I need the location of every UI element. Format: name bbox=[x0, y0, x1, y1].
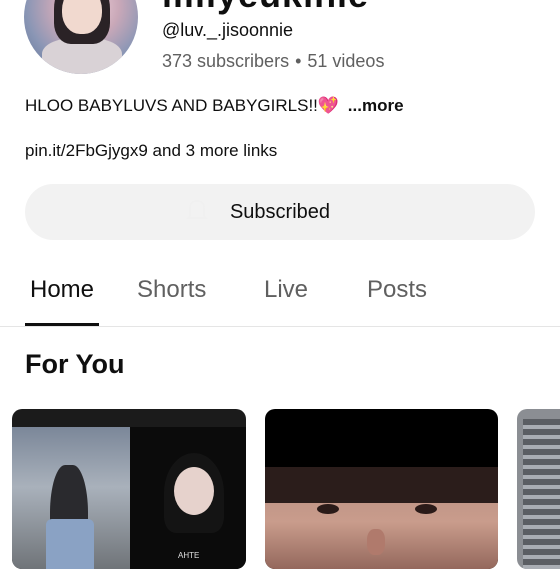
tab-posts[interactable]: Posts bbox=[367, 276, 427, 304]
description-text: HLOO BABYLUVS AND BABYGIRLS!! bbox=[25, 96, 318, 115]
channel-stats: 373 subscribers • 51 videos bbox=[162, 51, 384, 72]
thumbnail-1-street-photo bbox=[12, 427, 130, 569]
tab-live[interactable]: Live bbox=[264, 276, 308, 304]
channel-avatar[interactable] bbox=[24, 0, 138, 74]
active-tab-indicator bbox=[25, 323, 99, 326]
channel-description[interactable]: HLOO BABYLUVS AND BABYGIRLS!!💖 ...more bbox=[25, 96, 404, 116]
bell-icon bbox=[186, 200, 208, 219]
subscriber-count: 373 subscribers bbox=[162, 51, 290, 71]
thumbnail-2-hair bbox=[265, 467, 498, 503]
thumbnail-1-shirt-text: AHTE bbox=[178, 551, 200, 560]
for-you-heading: For You bbox=[25, 349, 125, 379]
thumbnail-1-face bbox=[174, 467, 214, 515]
heart-emoji-icon: 💖 bbox=[317, 96, 340, 115]
thumbnail-1-jeans bbox=[46, 519, 94, 569]
stats-separator: • bbox=[295, 51, 302, 71]
tab-home[interactable]: Home bbox=[30, 276, 94, 304]
thumbnail-2-eye-left bbox=[317, 504, 339, 514]
thumbnail-2-eye-right bbox=[415, 504, 437, 514]
more-link[interactable]: ...more bbox=[348, 96, 404, 115]
video-thumbnail-2[interactable] bbox=[265, 409, 498, 569]
thumbnail-1-portrait: AHTE bbox=[130, 427, 246, 569]
subscribed-label: Subscribed bbox=[229, 200, 331, 223]
thumbnail-2-nose bbox=[367, 529, 385, 555]
subscribed-button[interactable]: Subscribed bbox=[25, 184, 535, 240]
video-thumbnail-1[interactable]: AHTE bbox=[12, 409, 246, 569]
tab-shorts[interactable]: Shorts bbox=[137, 276, 206, 304]
channel-name: lililyeukinie bbox=[162, 0, 369, 16]
thumbnail-3-building bbox=[523, 419, 560, 569]
channel-tabs: Home Shorts Live Posts bbox=[0, 268, 560, 327]
channel-links[interactable]: pin.it/2FbGjygx9 and 3 more links bbox=[25, 141, 277, 161]
channel-handle: @luv._.jisoonnie bbox=[162, 20, 294, 40]
video-thumbnail-3[interactable] bbox=[517, 409, 560, 569]
video-count: 51 videos bbox=[307, 51, 385, 71]
